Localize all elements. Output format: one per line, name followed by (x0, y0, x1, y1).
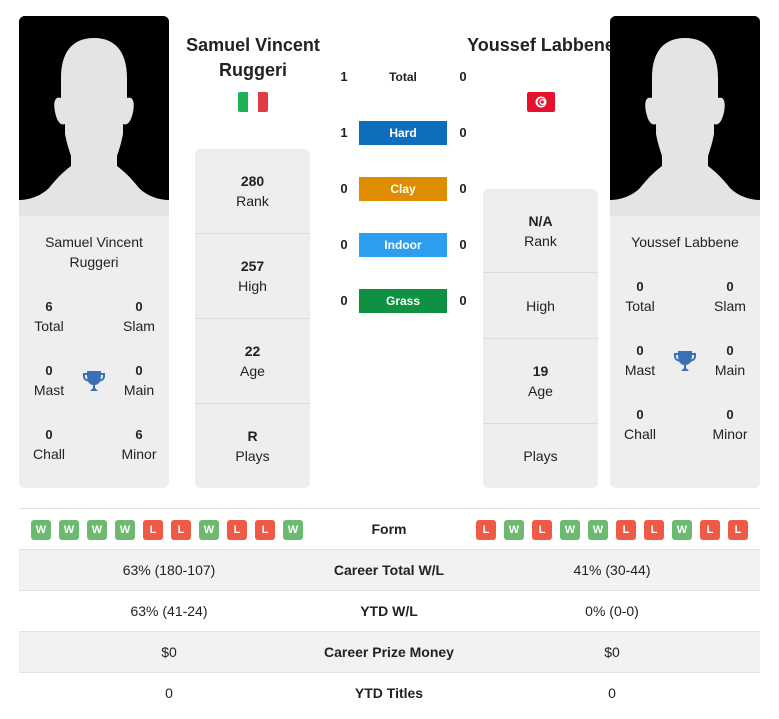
player1-value: $0 (161, 644, 177, 660)
stat-plays: Plays (523, 448, 558, 464)
player1-value: 0 (165, 685, 173, 701)
surface-hard-badge[interactable]: Hard (359, 121, 447, 145)
titles-slam: 0 Slam (123, 299, 155, 334)
form-loss-badge[interactable]: L (532, 520, 552, 540)
titles-total: 0 Total (625, 279, 655, 314)
titles-minor: 0 Minor (712, 407, 748, 442)
form-win-badge[interactable]: W (504, 520, 524, 540)
player2-name[interactable]: Youssef Labbene (466, 33, 616, 58)
titles-main: 0 Main (714, 343, 746, 378)
titles-main: 0 Main (123, 363, 155, 398)
stat-high: 257 High (195, 234, 310, 319)
table-row: 0 YTD Titles 0 (19, 673, 760, 714)
player1-value: 63% (41-24) (130, 603, 208, 619)
player1-value: 63% (180-107) (122, 562, 216, 578)
player2-value: 0 (608, 685, 616, 701)
form-win-badge[interactable]: W (115, 520, 135, 540)
stat-high: High (483, 273, 598, 339)
form-loss-badge[interactable]: L (255, 520, 275, 540)
tunisia-flag-icon (527, 92, 557, 112)
stat-plays: R Plays (235, 428, 270, 464)
form-loss-badge[interactable]: L (171, 520, 191, 540)
form-label: Form (371, 521, 407, 537)
titles-slam: 0 Slam (714, 279, 746, 314)
h2h-grass-row: 0 Grass 0 (335, 289, 475, 313)
player2-value: 0% (0-0) (585, 603, 639, 619)
form-loss-badge[interactable]: L (227, 520, 247, 540)
player1-card: Samuel Vincent Ruggeri 6 Total 0 Slam 0 … (19, 216, 169, 488)
player-silhouette-icon (610, 16, 760, 216)
form-loss-badge[interactable]: L (616, 520, 636, 540)
form-loss-badge[interactable]: L (644, 520, 664, 540)
form-win-badge[interactable]: W (199, 520, 219, 540)
h2h-total-label: Total (389, 70, 417, 84)
trophy-icon (81, 368, 107, 394)
table-row: 63% (41-24) YTD W/L 0% (0-0) (19, 591, 760, 632)
row-label: Career Total W/L (333, 562, 445, 578)
player1-stats: 280 Rank 257 High 22 Age R Plays (195, 149, 310, 488)
player2-value: $0 (604, 644, 620, 660)
row-label: Career Prize Money (324, 644, 454, 660)
form-win-badge[interactable]: W (87, 520, 107, 540)
h2h-total-row: 1 Total 0 (335, 65, 475, 89)
player-silhouette-icon (19, 16, 169, 216)
form-win-badge[interactable]: W (672, 520, 692, 540)
form-loss-badge[interactable]: L (728, 520, 748, 540)
titles-total: 6 Total (34, 299, 64, 334)
comparison-table: WWWWLLWLLW Form LWLWWLLWLL 63% (180-107)… (19, 508, 760, 714)
form-win-badge[interactable]: W (59, 520, 79, 540)
titles-chall: 0 Chall (33, 427, 65, 462)
titles-mast: 0 Mast (33, 363, 65, 398)
player2-form: LWLWWLLWLL (476, 520, 748, 540)
italy-flag-icon (238, 92, 268, 112)
table-row: $0 Career Prize Money $0 (19, 632, 760, 673)
player1-photo (19, 16, 169, 216)
surface-clay-badge[interactable]: Clay (359, 177, 447, 201)
form-loss-badge[interactable]: L (700, 520, 720, 540)
form-win-badge[interactable]: W (588, 520, 608, 540)
player2-card-name: Youssef Labbene (631, 234, 739, 250)
row-label: YTD Titles (354, 685, 424, 701)
form-row: WWWWLLWLLW Form LWLWWLLWLL (19, 509, 760, 550)
player1-name[interactable]: Samuel Vincent Ruggeri (178, 33, 328, 83)
player2-value: 41% (30-44) (573, 562, 651, 578)
titles-chall: 0 Chall (624, 407, 656, 442)
form-loss-badge[interactable]: L (476, 520, 496, 540)
row-label: YTD W/L (360, 603, 418, 619)
player2-stats: N/A Rank High 19 Age Plays (483, 189, 598, 488)
form-win-badge[interactable]: W (31, 520, 51, 540)
surface-grass-badge[interactable]: Grass (359, 289, 447, 313)
stat-age: 22 Age (195, 319, 310, 404)
form-loss-badge[interactable]: L (143, 520, 163, 540)
surface-indoor-badge[interactable]: Indoor (359, 233, 447, 257)
player2-photo (610, 16, 760, 216)
stat-rank: 280 Rank (195, 149, 310, 234)
trophy-icon (672, 348, 698, 374)
stat-rank: N/A Rank (483, 189, 598, 273)
stat-age: 19 Age (483, 339, 598, 424)
table-row: 63% (180-107) Career Total W/L 41% (30-4… (19, 550, 760, 591)
h2h-indoor-row: 0 Indoor 0 (335, 233, 475, 257)
h2h-clay-row: 0 Clay 0 (335, 177, 475, 201)
titles-minor: 6 Minor (121, 427, 157, 462)
player2-card: Youssef Labbene 0 Total 0 Slam 0 Mast 0 … (610, 216, 760, 488)
player1-card-name: Samuel Vincent Ruggeri (45, 234, 143, 270)
form-win-badge[interactable]: W (560, 520, 580, 540)
player1-form: WWWWLLWLLW (31, 520, 303, 540)
titles-mast: 0 Mast (624, 343, 656, 378)
h2h-hard-row: 1 Hard 0 (335, 121, 475, 145)
